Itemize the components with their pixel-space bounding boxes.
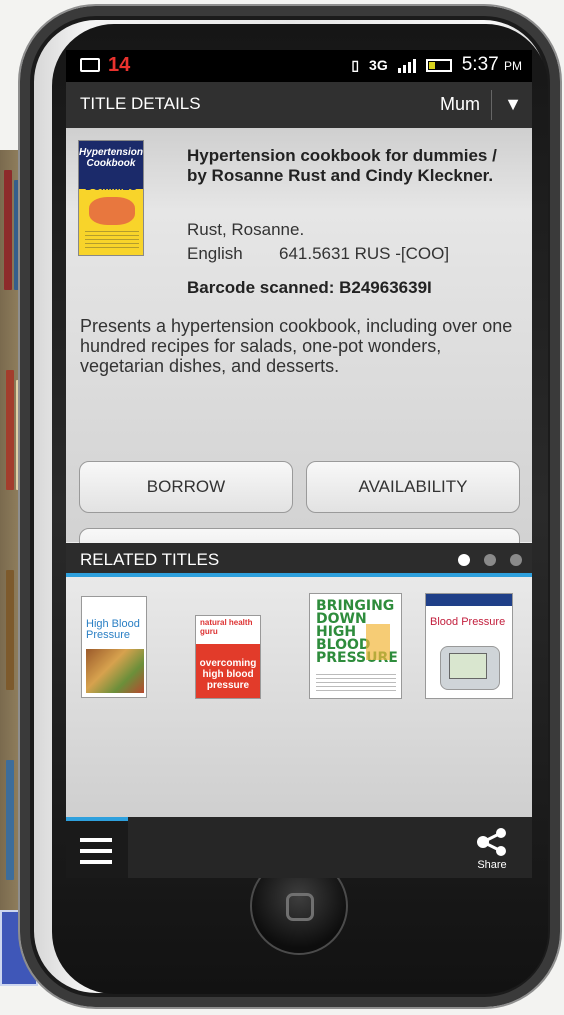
page-title: TITLE DETAILS [80, 94, 201, 113]
page-dot-1[interactable] [458, 554, 470, 566]
book-title: Hypertension cookbook for dummies / by R… [187, 146, 497, 185]
bottom-bar: Share [66, 817, 532, 878]
related-titles-header: RELATED TITLES [66, 543, 532, 577]
title-bar: TITLE DETAILS Mum ▼ [66, 82, 532, 128]
blood-pressure-monitor-image [440, 646, 500, 690]
menu-button[interactable] [66, 817, 128, 878]
cover-line2: Cookbook [86, 158, 136, 169]
related-book-subtitle: natural health guru [196, 616, 260, 646]
related-book[interactable]: High Blood Pressure [81, 596, 147, 698]
notification-icon [80, 58, 100, 72]
home-square-icon [286, 893, 314, 921]
share-icon [477, 828, 506, 856]
notification-count: 14 [108, 54, 131, 76]
title-details-panel: Hypertension Cookbook DUMMIES Hypertensi… [66, 128, 532, 580]
book-summary: Presents a hypertension cookbook, includ… [80, 316, 513, 376]
borrow-button[interactable]: BORROW [79, 461, 293, 513]
related-book[interactable]: BRINGING DOWN HIGH BLOOD PRESSURE [309, 593, 402, 699]
app-screen: 14 ▯ 3G 5:37 PM TITLE DETAILS Mum ▼ Hype… [66, 50, 532, 878]
cover-line3: DUMMIES [85, 181, 137, 193]
vibrate-icon: ▯ [351, 56, 360, 73]
share-button[interactable]: Share [472, 827, 512, 871]
related-book-arrow-image [366, 624, 390, 660]
related-titles-label: RELATED TITLES [80, 550, 220, 569]
barcode-scanned: Barcode scanned: B24963639I [187, 278, 432, 297]
dropdown-arrow-icon[interactable]: ▼ [504, 94, 522, 115]
related-book[interactable]: natural health guru overcoming high bloo… [195, 615, 261, 699]
related-book-text-lines [316, 674, 396, 694]
page-dot-2[interactable] [484, 554, 496, 566]
related-book[interactable]: Blood Pressure [425, 593, 513, 699]
book-cover: Hypertension Cookbook DUMMIES [78, 140, 144, 256]
cover-text-lines [85, 231, 139, 249]
related-book-title: overcoming high blood pressure [196, 644, 260, 698]
title-divider [491, 90, 492, 120]
signal-icon [397, 57, 416, 73]
related-book-title: High Blood Pressure [86, 618, 140, 641]
book-language: English [187, 244, 243, 263]
book-author: Rust, Rosanne. [187, 220, 305, 239]
call-number: 641.5631 RUS -[COO] [279, 244, 450, 263]
battery-icon [425, 58, 452, 72]
share-label: Share [477, 859, 507, 871]
related-titles-carousel[interactable]: High Blood Pressure natural health guru … [66, 577, 532, 817]
page-dot-3[interactable] [510, 554, 522, 566]
cover-food-image [89, 197, 135, 225]
related-book-title: Blood Pressure [430, 616, 506, 628]
status-ampm: PM [504, 59, 522, 73]
status-time: 5:37 [461, 54, 499, 75]
cover-line1: Hypertension [79, 147, 143, 158]
status-bar: 14 ▯ 3G 5:37 PM [66, 50, 532, 82]
network-type-icon: 3G [369, 57, 388, 73]
location-selector[interactable]: Mum [440, 94, 480, 115]
related-book-header [426, 594, 512, 606]
page-indicator [458, 554, 522, 566]
related-book-image [86, 649, 144, 693]
availability-button[interactable]: AVAILABILITY [306, 461, 520, 513]
